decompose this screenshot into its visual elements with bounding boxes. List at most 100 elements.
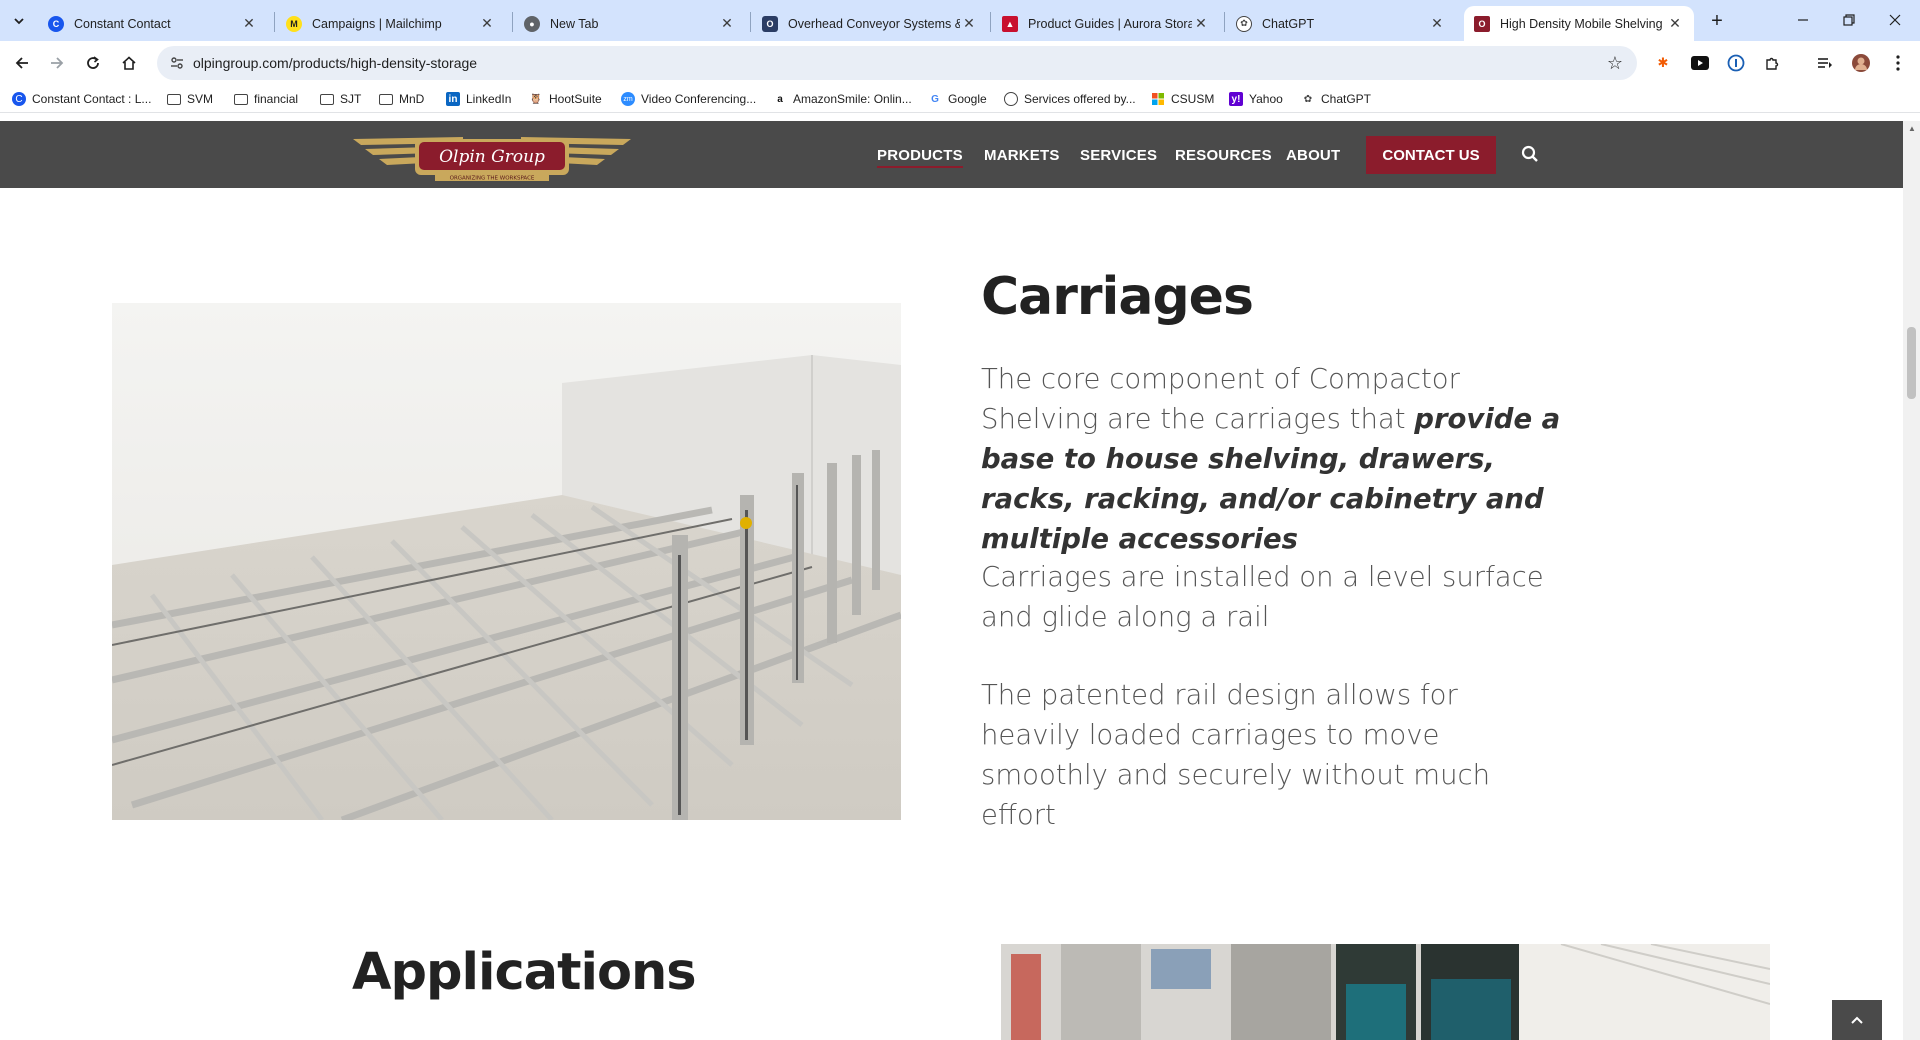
nav-about[interactable]: ABOUT xyxy=(1286,147,1340,164)
bookmark-chatgpt[interactable]: ✿ ChatGPT xyxy=(1301,90,1371,108)
chatgpt-icon: ✿ xyxy=(1303,93,1313,105)
password-manager-icon[interactable] xyxy=(1726,53,1746,73)
back-button[interactable] xyxy=(8,49,36,77)
tab-strip: C Constant Contact ✕ M Campaigns | Mailc… xyxy=(0,0,1920,41)
bookmark-label: Video Conferencing... xyxy=(641,92,757,106)
tab-title: Product Guides | Aurora Storag xyxy=(1028,16,1192,31)
web-page: Olpin Group ORGANIZING THE WORKSPACE PRO… xyxy=(0,121,1903,1040)
nav-products[interactable]: PRODUCTS xyxy=(877,147,963,168)
arrow-left-icon xyxy=(15,57,28,69)
home-button[interactable] xyxy=(115,49,143,77)
close-icon[interactable]: ✕ xyxy=(960,15,978,33)
new-tab-button[interactable]: + xyxy=(1704,8,1730,34)
bookmark-folder-mnd[interactable]: MnD xyxy=(379,90,424,108)
youtube-extension-icon[interactable] xyxy=(1690,53,1710,73)
address-bar[interactable]: olpingroup.com/products/high-density-sto… xyxy=(157,46,1637,80)
bookmark-google[interactable]: G Google xyxy=(928,90,987,108)
bookmark-folder-sjt[interactable]: SJT xyxy=(320,90,361,108)
scroll-to-top-button[interactable] xyxy=(1832,1000,1882,1040)
media-controls-icon[interactable] xyxy=(1815,53,1835,73)
tab-separator xyxy=(750,12,751,32)
olpin-group-logo[interactable]: Olpin Group ORGANIZING THE WORKSPACE xyxy=(353,127,631,183)
nav-services[interactable]: SERVICES xyxy=(1080,147,1157,164)
bookmark-label: Constant Contact : L... xyxy=(32,92,152,106)
extension-puzzle-orange-icon[interactable]: ✱ xyxy=(1653,53,1673,73)
bookmark-services-offered[interactable]: Services offered by... xyxy=(1004,90,1136,108)
tab-mailchimp[interactable]: M Campaigns | Mailchimp ✕ xyxy=(276,6,506,41)
folder-icon xyxy=(379,93,393,105)
carriages-photo xyxy=(112,295,901,820)
tab-separator xyxy=(990,12,991,32)
tab-search-button[interactable] xyxy=(8,10,30,32)
microsoft-icon xyxy=(1151,92,1165,106)
close-icon[interactable]: ✕ xyxy=(1192,15,1210,33)
bookmarks-bar: C Constant Contact : L... SVM financial S… xyxy=(0,85,1920,113)
nav-resources[interactable]: RESOURCES xyxy=(1175,147,1272,164)
tab-constant-contact[interactable]: C Constant Contact ✕ xyxy=(38,6,268,41)
close-icon[interactable]: ✕ xyxy=(1666,15,1684,33)
search-icon[interactable] xyxy=(1521,145,1539,163)
constant-contact-icon: C xyxy=(12,92,26,106)
nav-markets[interactable]: MARKETS xyxy=(984,147,1060,164)
hootsuite-icon: 🦉 xyxy=(529,93,543,105)
tab-olpin-active[interactable]: O High Density Mobile Shelving | ✕ xyxy=(1464,6,1694,41)
applications-heading: Applications xyxy=(352,943,697,1002)
bookmark-label: HootSuite xyxy=(549,92,602,106)
forward-button[interactable] xyxy=(43,49,71,77)
bookmark-amazonsmile[interactable]: a AmazonSmile: Onlin... xyxy=(773,90,912,108)
globe-icon xyxy=(1004,92,1018,106)
extensions-icon[interactable] xyxy=(1762,53,1782,73)
bookmark-folder-svm[interactable]: SVM xyxy=(167,90,213,108)
carriages-install-paragraph: Carriages are installed on a level surfa… xyxy=(981,561,1544,633)
bookmark-label: Services offered by... xyxy=(1024,92,1136,106)
close-icon[interactable]: ✕ xyxy=(1428,15,1446,33)
mailchimp-icon: M xyxy=(286,15,302,32)
close-icon[interactable]: ✕ xyxy=(240,15,258,33)
bookmark-folder-financial[interactable]: financial xyxy=(234,90,298,108)
url-text[interactable]: olpingroup.com/products/high-density-sto… xyxy=(193,55,477,71)
reload-button[interactable] xyxy=(79,49,107,77)
bookmark-linkedin[interactable]: in LinkedIn xyxy=(446,90,511,108)
page-scrollbar[interactable]: ▲ xyxy=(1903,121,1920,1040)
tab-separator xyxy=(274,12,275,32)
aurora-icon: ▲ xyxy=(1002,15,1018,32)
bookmark-constant-contact[interactable]: C Constant Contact : L... xyxy=(12,90,151,108)
menu-kebab-icon[interactable] xyxy=(1888,53,1908,73)
linkedin-icon: in xyxy=(446,92,460,106)
tab-title: New Tab xyxy=(550,16,599,31)
minimize-button[interactable] xyxy=(1780,0,1826,40)
restore-button[interactable] xyxy=(1826,0,1872,40)
contact-us-button[interactable]: CONTACT US xyxy=(1366,136,1496,174)
tab-title: Constant Contact xyxy=(74,16,171,31)
bookmark-label: SVM xyxy=(187,92,214,106)
applications-photo xyxy=(1001,944,1770,1040)
bookmark-hootsuite[interactable]: 🦉 HootSuite xyxy=(529,90,602,108)
scroll-up-arrow-icon[interactable]: ▲ xyxy=(1908,124,1916,133)
tab-chatgpt[interactable]: ✿ ChatGPT ✕ xyxy=(1226,6,1456,41)
bookmark-label: Yahoo xyxy=(1249,92,1283,106)
bookmark-yahoo[interactable]: y! Yahoo xyxy=(1229,90,1283,108)
tab-new-tab[interactable]: ● New Tab ✕ xyxy=(514,6,746,41)
bookmark-star-icon[interactable]: ☆ xyxy=(1607,53,1623,74)
bookmark-csusm[interactable]: CSUSM xyxy=(1151,90,1214,108)
bookmark-label: Google xyxy=(948,92,987,106)
bookmark-label: LinkedIn xyxy=(466,92,512,106)
close-icon[interactable]: ✕ xyxy=(718,15,736,33)
tab-title: Overhead Conveyor Systems & xyxy=(788,16,960,31)
close-icon[interactable]: ✕ xyxy=(478,15,496,33)
site-info-icon[interactable] xyxy=(169,55,185,71)
close-window-button[interactable] xyxy=(1872,0,1918,40)
tab-conveyor[interactable]: O Overhead Conveyor Systems & ✕ xyxy=(752,6,988,41)
zoom-icon: zm xyxy=(621,92,635,106)
tab-title: Campaigns | Mailchimp xyxy=(312,16,442,31)
tab-separator xyxy=(512,12,513,32)
profile-avatar[interactable] xyxy=(1851,53,1871,73)
tab-aurora[interactable]: ▲ Product Guides | Aurora Storag ✕ xyxy=(992,6,1220,41)
restore-icon xyxy=(1843,14,1855,26)
bookmark-video-conferencing[interactable]: zm Video Conferencing... xyxy=(621,90,756,108)
bookmark-label: MnD xyxy=(399,92,425,106)
scrollbar-thumb[interactable] xyxy=(1907,327,1916,399)
constant-contact-icon: C xyxy=(48,15,64,32)
logo-text: Olpin Group xyxy=(439,147,545,167)
yahoo-icon: y! xyxy=(1229,92,1243,106)
